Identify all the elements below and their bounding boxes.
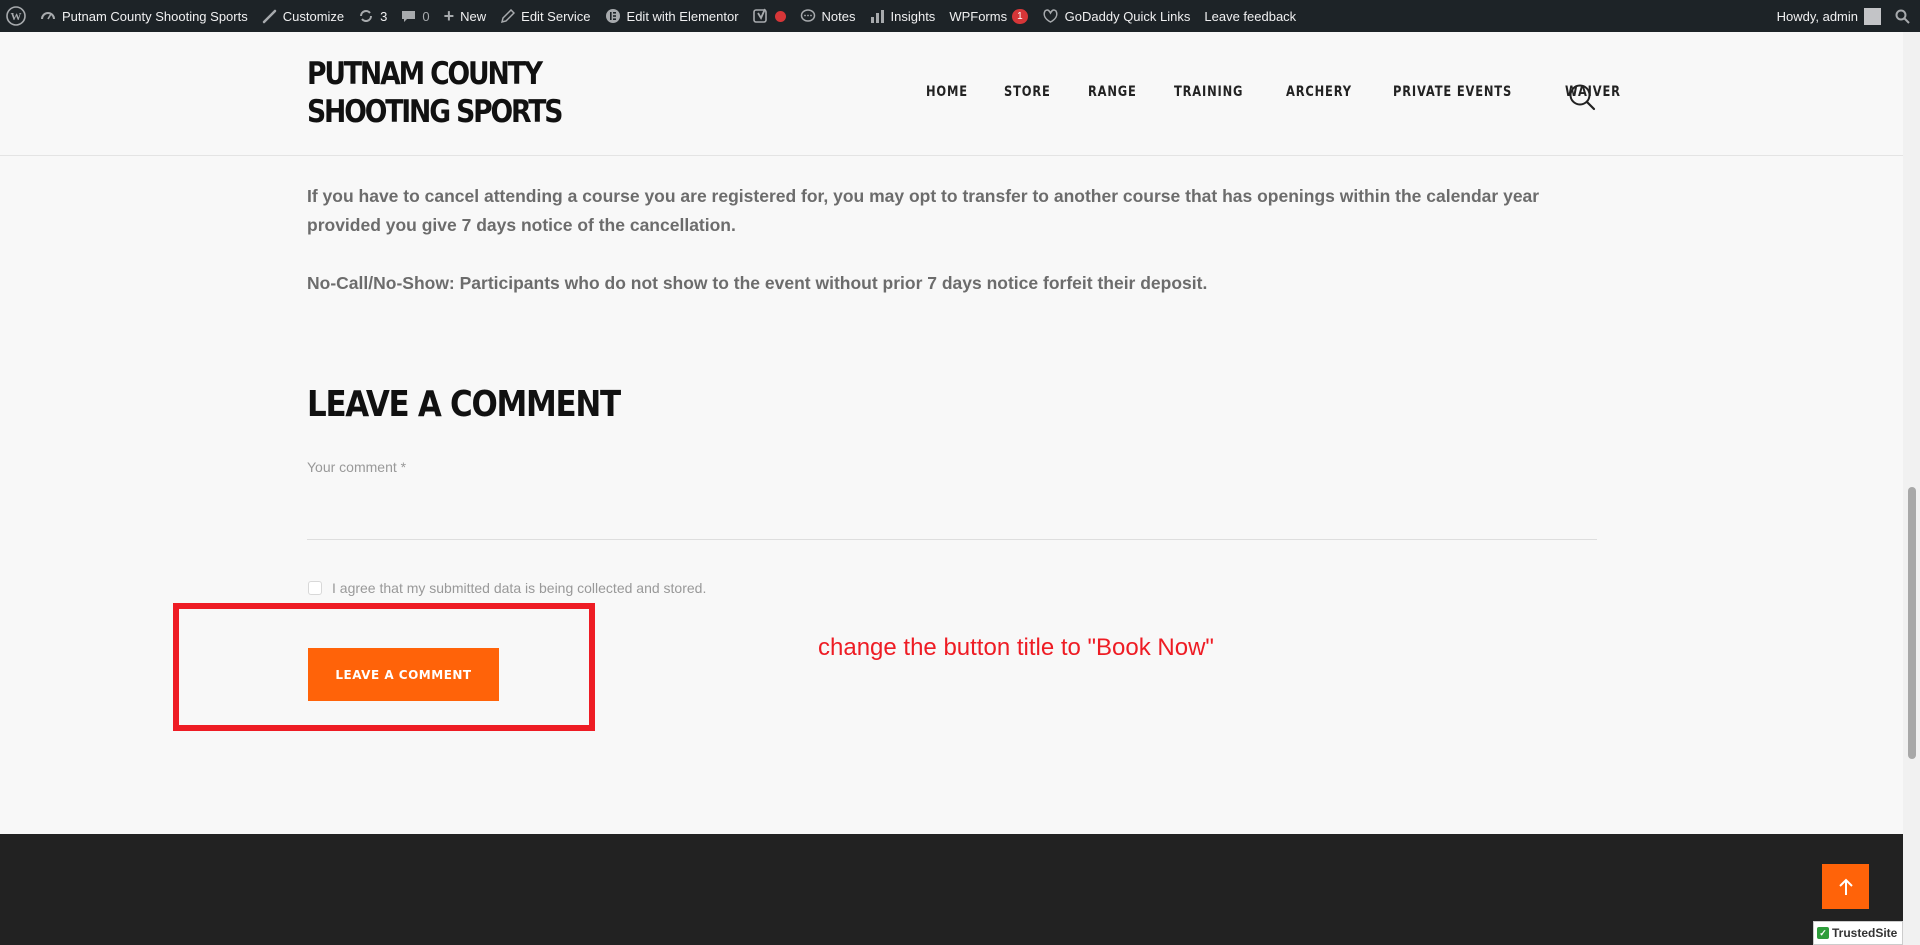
site-title-line-1: PUTNAM COUNTY — [307, 56, 543, 92]
howdy-label: Howdy, admin — [1776, 8, 1858, 24]
notes-link[interactable]: Notes — [793, 0, 863, 32]
seo-status-dot — [774, 10, 786, 22]
admin-search-button[interactable] — [1888, 0, 1920, 32]
insights-link[interactable]: Insights — [863, 0, 943, 32]
edit-service-link[interactable]: Edit Service — [493, 0, 597, 32]
pencil-icon — [500, 8, 516, 24]
feedback-label: Leave feedback — [1204, 8, 1297, 24]
wpforms-label: WPForms — [949, 8, 1008, 24]
nav-training[interactable]: TRAINING — [1174, 84, 1243, 100]
nav-store[interactable]: STORE — [1004, 84, 1051, 100]
updates-count: 3 — [380, 8, 388, 24]
nav-home[interactable]: HOME — [926, 84, 968, 100]
new-content-link[interactable]: + New — [437, 0, 494, 32]
comments-link[interactable]: 0 — [394, 0, 436, 32]
no-show-policy-text: No-Call/No-Show: Participants who do not… — [307, 273, 1208, 293]
elementor-icon — [605, 8, 621, 24]
search-icon — [1569, 84, 1596, 111]
site-footer — [0, 834, 1903, 945]
admin-bar-right: Howdy, admin — [1770, 0, 1920, 32]
header-search-button[interactable] — [1568, 83, 1596, 111]
site-title-line-2: SHOOTING SPORTS — [307, 94, 563, 130]
scrollbar-thumb[interactable] — [1908, 487, 1916, 759]
updates-link[interactable]: 3 — [351, 0, 394, 32]
edit-elementor-label: Edit with Elementor — [626, 8, 739, 24]
edit-service-label: Edit Service — [521, 8, 591, 24]
customize-link[interactable]: Customize — [255, 0, 351, 32]
updates-icon — [358, 8, 374, 24]
consent-checkbox[interactable] — [308, 581, 322, 595]
plus-icon: + — [443, 5, 455, 26]
my-account-menu[interactable]: Howdy, admin — [1770, 0, 1888, 32]
comment-field-label: Your comment * — [307, 459, 407, 475]
leave-feedback-link[interactable]: Leave feedback — [1197, 0, 1303, 32]
godaddy-quick-links[interactable]: GoDaddy Quick Links — [1035, 0, 1198, 32]
arrow-up-icon — [1838, 878, 1853, 895]
trustedsite-badge[interactable]: ✓ TrustedSite — [1813, 921, 1903, 945]
nav-private-events[interactable]: PRIVATE EVENTS — [1393, 84, 1512, 100]
nav-archery[interactable]: ARCHERY — [1286, 84, 1352, 100]
comments-count: 0 — [422, 8, 430, 24]
nav-range[interactable]: RANGE — [1088, 84, 1137, 100]
consent-label: I agree that my submitted data is being … — [332, 580, 707, 596]
customize-label: Customize — [282, 8, 345, 24]
checkmark-icon: ✓ — [1817, 927, 1829, 939]
site-header: PUTNAM COUNTY SHOOTING SPORTS HOME STORE… — [0, 32, 1903, 156]
new-label: New — [460, 8, 487, 24]
scroll-to-top-button[interactable] — [1822, 864, 1869, 909]
comment-bubble-icon — [401, 9, 416, 24]
comment-textarea[interactable] — [307, 539, 1597, 540]
admin-site-name[interactable]: Putnam County Shooting Sports — [33, 0, 255, 32]
godaddy-icon — [1042, 8, 1059, 24]
site-title[interactable]: PUTNAM COUNTY SHOOTING SPORTS — [307, 55, 563, 131]
notes-bubble-icon — [800, 8, 816, 24]
trustedsite-label: TrustedSite — [1832, 926, 1898, 940]
godaddy-label: GoDaddy Quick Links — [1064, 8, 1191, 24]
svg-text:W: W — [11, 11, 22, 23]
wp-admin-bar: W Putnam County Shooting Sports Customiz… — [0, 0, 1920, 32]
search-icon — [1895, 9, 1910, 24]
site-name-label: Putnam County Shooting Sports — [62, 8, 248, 24]
cancellation-policy-text: If you have to cancel attending a course… — [307, 186, 1540, 235]
yoast-icon — [752, 8, 769, 24]
dashboard-icon — [40, 8, 56, 24]
wordpress-logo-icon[interactable]: W — [0, 0, 33, 32]
avatar — [1864, 7, 1881, 25]
bar-chart-icon — [870, 9, 885, 24]
insights-label: Insights — [890, 8, 936, 24]
edit-elementor-link[interactable]: Edit with Elementor — [598, 0, 746, 32]
main-navigation: HOME STORE RANGE TRAINING ARCHERY PRIVAT… — [926, 84, 1660, 100]
notes-label: Notes — [821, 8, 856, 24]
page-scrollbar[interactable] — [1903, 32, 1920, 945]
wpforms-link[interactable]: WPForms 1 — [942, 0, 1034, 32]
yoast-seo-menu[interactable] — [746, 0, 793, 32]
wpforms-badge: 1 — [1012, 8, 1028, 24]
annotation-highlight-box — [173, 603, 595, 731]
brush-icon — [262, 9, 277, 24]
annotation-note: change the button title to "Book Now" — [818, 634, 1214, 661]
comment-form-title: LEAVE A COMMENT — [307, 384, 621, 425]
